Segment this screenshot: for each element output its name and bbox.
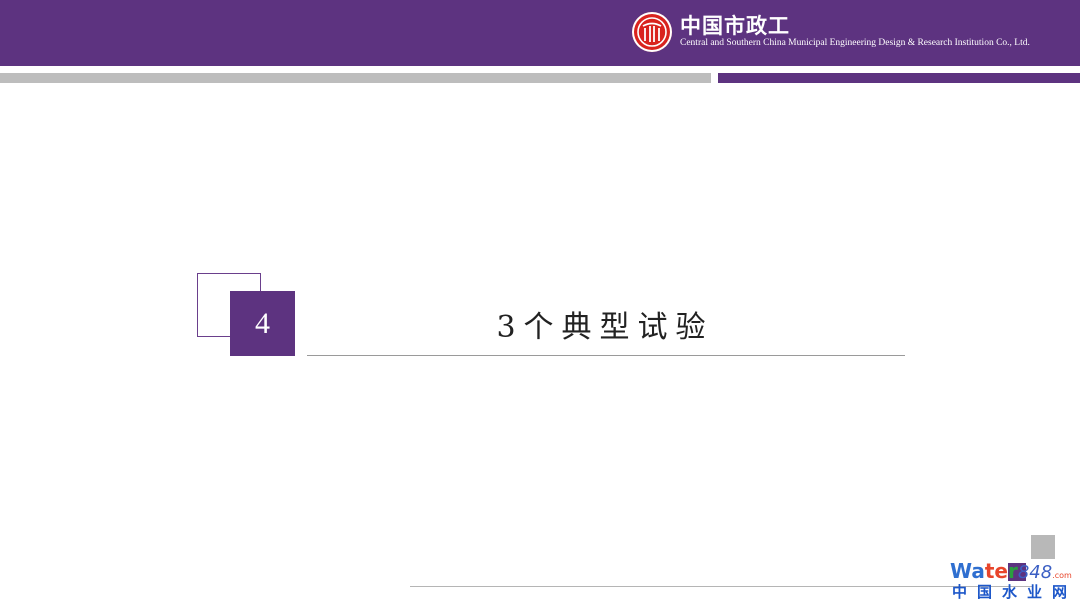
watermark-part4: 848 — [1017, 562, 1053, 583]
watermark-part3: r — [1007, 559, 1018, 583]
watermark-cn: 中国水业网 — [952, 583, 1078, 601]
company-emblem-icon — [632, 12, 672, 52]
section-number: 4 — [230, 291, 295, 356]
footer-divider — [410, 586, 1032, 587]
decor-gray-square — [1031, 535, 1055, 559]
title-underline — [307, 355, 905, 356]
header-divider-purple — [718, 73, 1080, 83]
company-name-cn: 中国市政工 — [680, 14, 790, 38]
watermark-part5: .com — [1052, 571, 1072, 580]
section-title: 3个典型试验 — [496, 310, 714, 345]
header-divider-gray — [0, 73, 711, 83]
header-bar: 中国市政工 Central and Southern China Municip… — [0, 0, 1080, 66]
watermark-part2: te — [984, 559, 1008, 583]
company-name-en: Central and Southern China Municipal Eng… — [680, 38, 1030, 48]
watermark-part1: Wa — [950, 559, 985, 583]
